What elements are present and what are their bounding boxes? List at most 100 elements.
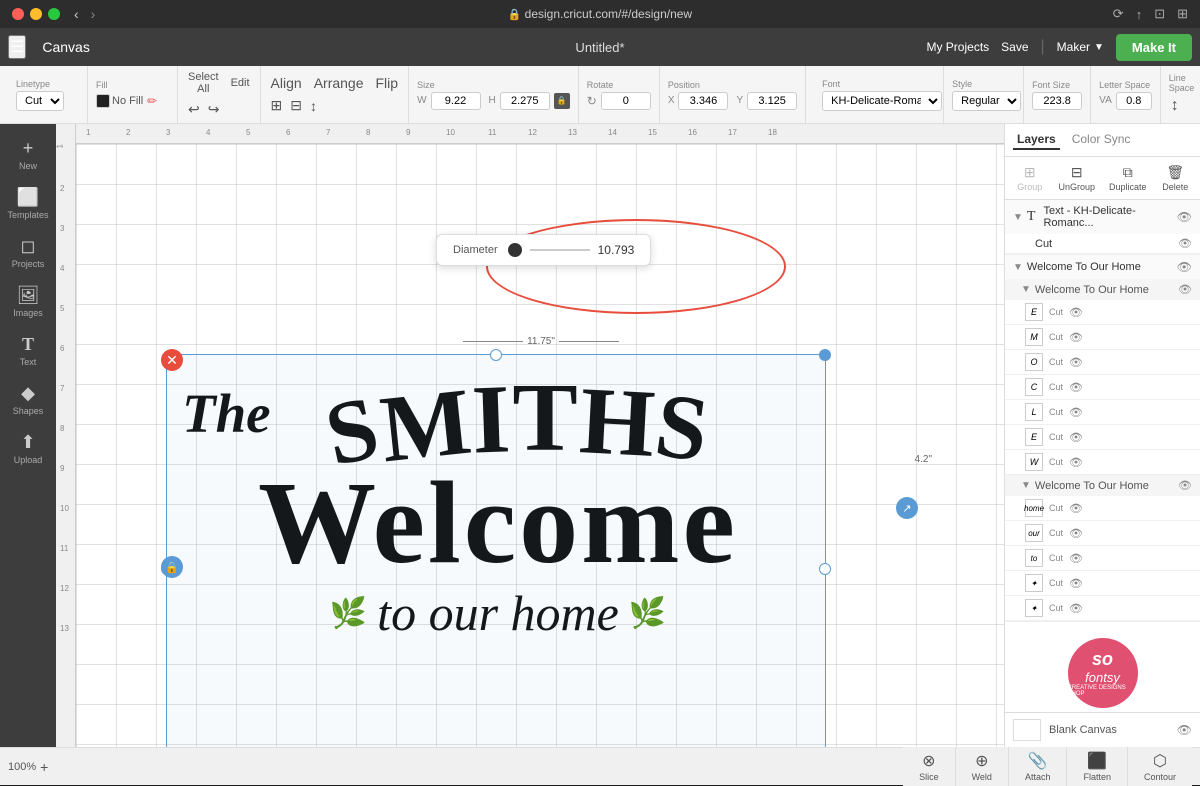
layer-branch2-eye-icon[interactable]: 👁: [1069, 602, 1083, 615]
sidebar-item-upload[interactable]: ⬆ Upload: [4, 426, 52, 471]
layer-group-welcome-outer-header[interactable]: ▼ Welcome To Our Home 👁: [1005, 255, 1200, 279]
rotate-input[interactable]: [601, 92, 651, 110]
layer-item-branch2[interactable]: ✦ Cut 👁: [1005, 596, 1200, 621]
undo-button[interactable]: ↩: [186, 99, 202, 120]
layer-item-O[interactable]: O Cut 👁: [1005, 350, 1200, 375]
sidebar-item-projects[interactable]: ◻ Projects: [4, 230, 52, 275]
delete-button[interactable]: 🗑 Delete: [1155, 161, 1196, 195]
line-space-icon[interactable]: ↕: [1169, 95, 1181, 117]
layer-to-eye-icon[interactable]: 👁: [1069, 552, 1083, 565]
arrange-button[interactable]: Arrange: [312, 73, 366, 93]
layer-subgroup-welcome-header[interactable]: ▼ Welcome To Our Home 👁: [1005, 279, 1200, 300]
style-select[interactable]: Regular: [952, 91, 1021, 111]
my-projects-button[interactable]: My Projects: [926, 40, 989, 54]
fill-edit-icon[interactable]: ✏: [145, 92, 159, 110]
layer-our-eye-icon[interactable]: 👁: [1069, 527, 1083, 540]
group-button[interactable]: ⊞ Group: [1009, 161, 1050, 195]
maximize-button[interactable]: [48, 8, 60, 20]
sidebar-item-images[interactable]: 🖼 Images: [4, 279, 52, 324]
layer-item-L[interactable]: L Cut 👁: [1005, 400, 1200, 425]
flip-icon[interactable]: ↕: [308, 96, 319, 116]
sidebar-item-shapes[interactable]: ◆ Shapes: [4, 377, 52, 422]
select-all-button[interactable]: Select All: [186, 69, 221, 97]
maker-button[interactable]: Maker ▼: [1057, 40, 1104, 54]
layer-subgroup-welcome-label: Welcome To Our Home: [1035, 284, 1174, 296]
flatten-button[interactable]: ⬛ Flatten: [1067, 747, 1128, 786]
duplicate-button[interactable]: ⧉ Duplicate: [1103, 161, 1153, 195]
weld-button[interactable]: ⊕ Weld: [956, 747, 1009, 786]
layer-O-eye-icon[interactable]: 👁: [1069, 356, 1083, 369]
layer-E2-eye-icon[interactable]: 👁: [1069, 431, 1083, 444]
layer-item-E[interactable]: E Cut 👁: [1005, 300, 1200, 325]
y-input[interactable]: [747, 92, 797, 110]
font-select[interactable]: KH-Delicate-Romance-Sans: [822, 91, 942, 111]
handle-middle-right[interactable]: [819, 563, 831, 575]
layer-item-C[interactable]: C Cut 👁: [1005, 375, 1200, 400]
layer-M-eye-icon[interactable]: 👁: [1069, 331, 1083, 344]
make-it-button[interactable]: Make It: [1116, 34, 1192, 61]
layer-eye-icon[interactable]: 👁: [1177, 210, 1192, 224]
layers-tab[interactable]: Layers: [1013, 130, 1060, 150]
layer-cut-eye-icon[interactable]: 👁: [1178, 237, 1192, 250]
align-icon[interactable]: ⊞: [269, 95, 285, 116]
layer-subgroup-toh-header[interactable]: ▼ Welcome To Our Home 👁: [1005, 475, 1200, 496]
attach-button[interactable]: 📎 Attach: [1009, 747, 1068, 786]
save-button[interactable]: Save: [1001, 40, 1028, 54]
contour-button[interactable]: ⬡ Contour: [1128, 747, 1192, 786]
sidebar-item-text[interactable]: T Text: [4, 328, 52, 373]
edit-button[interactable]: Edit: [229, 75, 252, 91]
font-group: Font KH-Delicate-Romance-Sans: [814, 66, 944, 123]
align-button[interactable]: Align: [269, 73, 304, 93]
sidebar-item-templates[interactable]: ⬜ Templates: [4, 181, 52, 226]
sidebar-item-new[interactable]: + New: [4, 132, 52, 177]
diameter-slider[interactable]: 10.793: [508, 243, 635, 257]
flip-button[interactable]: Flip: [374, 73, 401, 93]
layer-item-E2[interactable]: E Cut 👁: [1005, 425, 1200, 450]
redo-button[interactable]: ↪: [206, 99, 222, 120]
letter-space-input[interactable]: [1116, 92, 1152, 110]
zoom-in-button[interactable]: +: [40, 759, 48, 775]
layer-item-home[interactable]: home Cut 👁: [1005, 496, 1200, 521]
linetype-select[interactable]: Cut: [16, 91, 64, 111]
layer-branch1-eye-icon[interactable]: 👁: [1069, 577, 1083, 590]
delete-circle-button[interactable]: ✕: [161, 349, 183, 371]
selection-box[interactable]: [166, 354, 826, 747]
ungroup-button[interactable]: ⊟ UnGroup: [1052, 161, 1101, 195]
menu-button[interactable]: ☰: [8, 35, 26, 59]
width-input[interactable]: [431, 92, 481, 110]
color-sync-tab[interactable]: Color Sync: [1068, 130, 1135, 150]
layer-item-our[interactable]: our Cut 👁: [1005, 521, 1200, 546]
layer-item-branch1[interactable]: ✦ Cut 👁: [1005, 571, 1200, 596]
back-button[interactable]: ‹: [72, 4, 81, 24]
handle-top-center[interactable]: [490, 349, 502, 361]
layer-item-M[interactable]: M Cut 👁: [1005, 325, 1200, 350]
fill-color-swatch[interactable]: [96, 94, 110, 108]
layer-C-eye-icon[interactable]: 👁: [1069, 381, 1083, 394]
lock-circle-button[interactable]: 🔒: [161, 556, 183, 578]
close-button[interactable]: [12, 8, 24, 20]
layer-group-text-header[interactable]: ▼ T Text - KH-Delicate-Romanc... 👁: [1005, 200, 1200, 234]
font-size-input[interactable]: [1032, 92, 1082, 110]
layer-sub-eye-icon[interactable]: 👁: [1178, 283, 1192, 296]
layer-group-text: ▼ T Text - KH-Delicate-Romanc... 👁 Cut 👁: [1005, 200, 1200, 255]
handle-rotate[interactable]: [819, 349, 831, 361]
layer-E-eye-icon[interactable]: 👁: [1069, 306, 1083, 319]
resize-circle[interactable]: ↗: [896, 497, 918, 519]
canvas-area[interactable]: 1 2 3 4 5 6 7 8 9 10 11 12 13 14 15 16 1…: [56, 124, 1004, 747]
slice-button[interactable]: ⊗ Slice: [903, 747, 956, 786]
minimize-button[interactable]: [30, 8, 42, 20]
forward-button[interactable]: ›: [89, 4, 98, 24]
layer-L-eye-icon[interactable]: 👁: [1069, 406, 1083, 419]
layer-W-eye-icon[interactable]: 👁: [1069, 456, 1083, 469]
layer-home-eye-icon[interactable]: 👁: [1069, 502, 1083, 515]
arrange-icon[interactable]: ⊟: [288, 95, 304, 116]
x-input[interactable]: [678, 92, 728, 110]
size-lock-icon[interactable]: 🔒: [554, 93, 570, 109]
layer-toh-eye-icon[interactable]: 👁: [1178, 479, 1192, 492]
layer-item-to[interactable]: to Cut 👁: [1005, 546, 1200, 571]
height-input[interactable]: [500, 92, 550, 110]
layer-item-cut[interactable]: Cut 👁: [1005, 234, 1200, 254]
layer-item-W[interactable]: W Cut 👁: [1005, 450, 1200, 475]
sidebar-item-images-label: Images: [13, 308, 43, 318]
layer-eye2-icon[interactable]: 👁: [1177, 260, 1192, 274]
